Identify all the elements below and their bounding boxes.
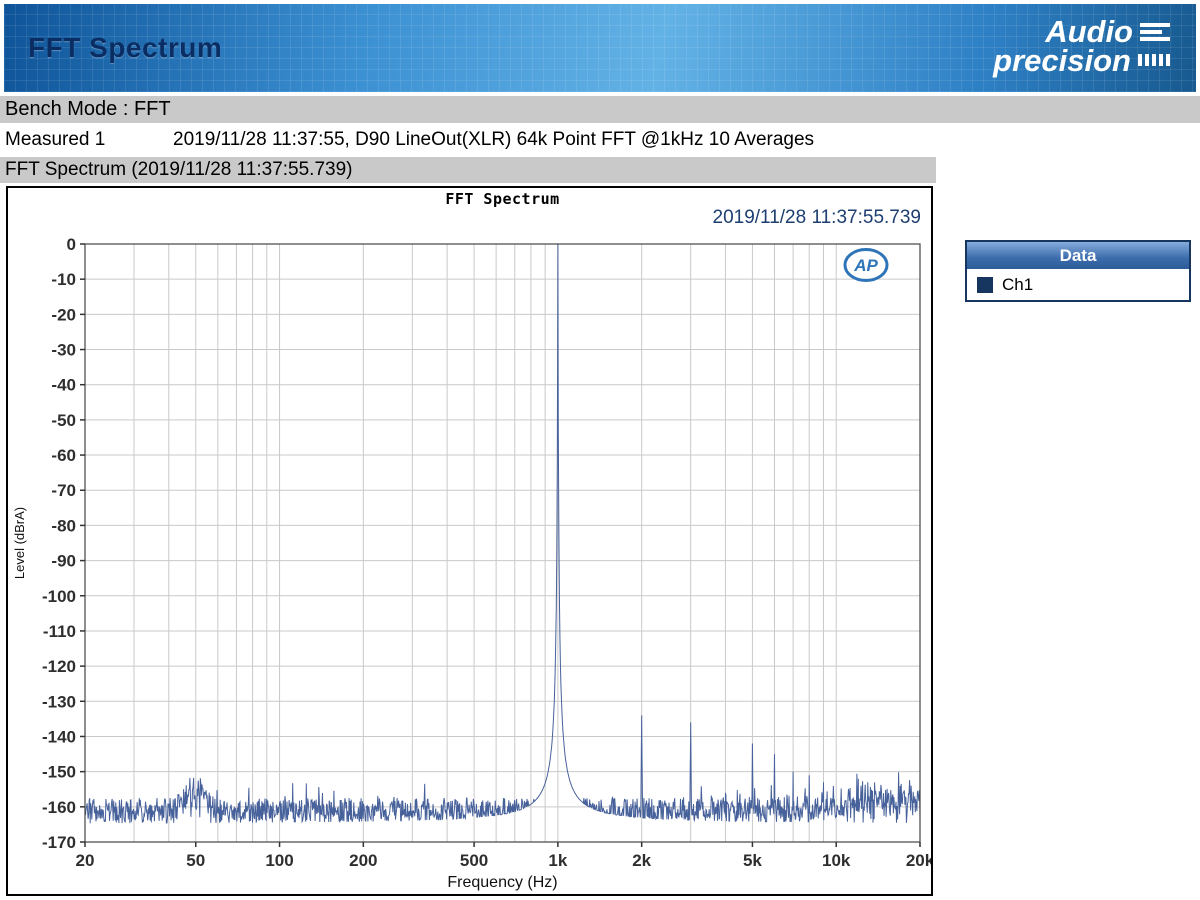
svg-text:-90: -90	[51, 552, 76, 571]
svg-text:0: 0	[67, 235, 76, 254]
svg-text:20: 20	[76, 851, 95, 870]
svg-text:20k: 20k	[906, 851, 931, 870]
logo-ticks-icon	[1138, 54, 1170, 67]
legend-swatch	[977, 276, 993, 293]
chart-title: FFT Spectrum	[445, 190, 560, 208]
svg-text:-110: -110	[43, 622, 76, 641]
fft-plot: 0 -10 -20 -30 -40 -50 -60 -70 -80 -90 -100 -110 -120…	[12, 235, 931, 891]
svg-text:Frequency (Hz): Frequency (Hz)	[447, 874, 557, 891]
svg-text:-170: -170	[42, 833, 76, 852]
svg-text:1k: 1k	[548, 851, 567, 870]
svg-text:50: 50	[186, 851, 205, 870]
svg-text:-160: -160	[42, 798, 76, 817]
logo-bars-icon	[1140, 22, 1170, 41]
svg-text:-50: -50	[51, 411, 76, 430]
svg-text:500: 500	[460, 851, 488, 870]
svg-text:-40: -40	[51, 376, 76, 395]
legend-header: Data	[967, 242, 1189, 269]
svg-text:5k: 5k	[743, 851, 762, 870]
legend-box: Data Ch1	[965, 240, 1191, 302]
measured-row: Measured 1 2019/11/28 11:37:55, D90 Line…	[5, 127, 814, 153]
svg-text:-20: -20	[51, 305, 76, 324]
svg-text:-130: -130	[42, 692, 76, 711]
svg-text:-30: -30	[51, 341, 76, 360]
chart-timestamp: 2019/11/28 11:37:55.739	[712, 207, 922, 228]
measured-label: Measured 1	[5, 129, 106, 150]
section-title-bar: FFT Spectrum (2019/11/28 11:37:55.739)	[0, 157, 936, 183]
svg-text:2k: 2k	[632, 851, 651, 870]
svg-text:-70: -70	[51, 481, 76, 500]
svg-text:200: 200	[349, 851, 377, 870]
svg-text:-150: -150	[42, 763, 76, 782]
svg-text:100: 100	[265, 851, 293, 870]
ap-badge-icon: AP	[843, 248, 889, 282]
logo-line-precision: precision	[993, 42, 1170, 78]
svg-text:Level (dBrA): Level (dBrA)	[12, 507, 27, 579]
svg-text:-140: -140	[42, 727, 76, 746]
legend-row-ch1: Ch1	[967, 269, 1189, 300]
chart-container: FFT Spectrum 2019/11/28 11:37:55.739 0 -1…	[6, 186, 933, 896]
measured-text: 2019/11/28 11:37:55, D90 LineOut(XLR) 64…	[173, 129, 815, 150]
audio-precision-logo: Audio precision	[993, 16, 1170, 76]
logo-text-precision: precision	[993, 42, 1131, 78]
svg-text:10k: 10k	[822, 851, 851, 870]
page-title: FFT Spectrum	[28, 32, 223, 63]
header-banner: FFT Spectrum Audio precision	[4, 4, 1196, 92]
ap-logo-badge: AP	[842, 246, 890, 284]
svg-text:-80: -80	[51, 516, 76, 535]
svg-text:-100: -100	[42, 587, 76, 606]
svg-text:-10: -10	[51, 270, 76, 289]
svg-text:-120: -120	[42, 657, 76, 676]
ap-logo-text: AP	[853, 256, 878, 275]
legend-label: Ch1	[1002, 274, 1034, 294]
bench-mode-bar: Bench Mode : FFT	[0, 96, 1200, 123]
svg-text:-60: -60	[51, 446, 76, 465]
